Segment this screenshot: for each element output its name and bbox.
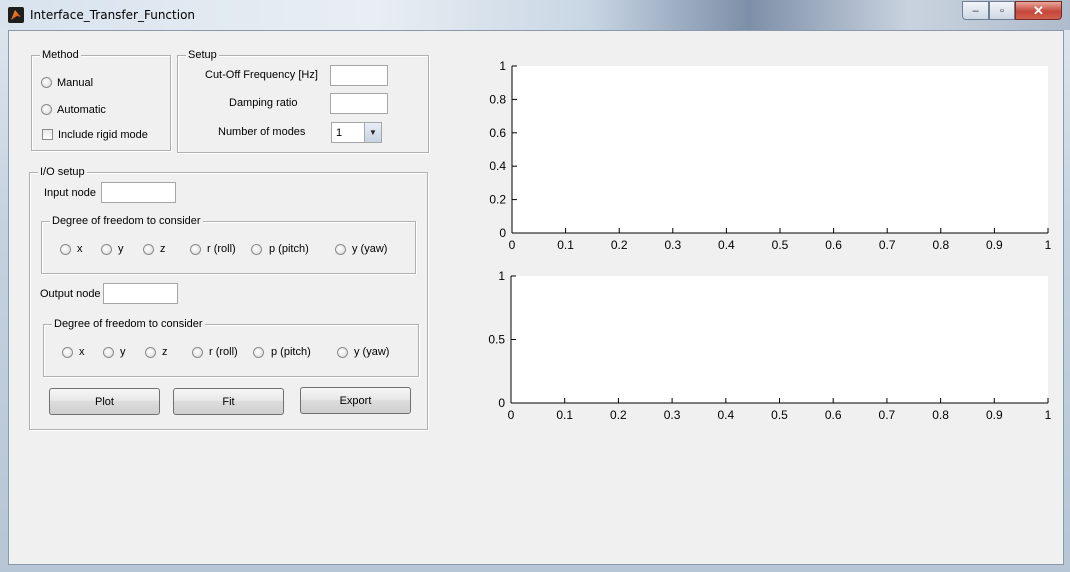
rigid-mode-checkbox[interactable]: [42, 129, 53, 140]
y-tick-label: 1: [499, 59, 506, 73]
y-tick-label: 0.4: [489, 159, 506, 173]
export-button[interactable]: Export: [300, 387, 411, 414]
x-tick-label: 0.1: [556, 408, 573, 422]
input-dof-roll-radio[interactable]: [190, 244, 201, 255]
output-dof-pitch-radio[interactable]: [253, 347, 264, 358]
output-dof-y-label: y: [120, 346, 126, 358]
input-node-input[interactable]: [101, 182, 176, 203]
y-tick-label: 0.8: [489, 92, 506, 106]
output-dof-pitch-label: p (pitch): [271, 346, 311, 358]
input-dof-x-label: x: [77, 243, 83, 255]
rigid-mode-label: Include rigid mode: [58, 129, 148, 141]
y-tick-label: 0.2: [489, 193, 506, 207]
x-tick-label: 0.3: [664, 238, 681, 252]
x-tick-label: 0.8: [932, 238, 949, 252]
output-dof-yaw-label: y (yaw): [354, 346, 390, 358]
x-tick-label: 1: [1045, 408, 1052, 422]
output-dof-z-label: z: [162, 346, 168, 358]
input-dof-z-label: z: [160, 243, 166, 255]
x-tick-label: 0.8: [932, 408, 949, 422]
input-dof-y-radio[interactable]: [101, 244, 112, 255]
input-dof-yaw-label: y (yaw): [352, 243, 388, 255]
manual-label: Manual: [57, 77, 94, 89]
setup-panel-title: Setup: [186, 49, 219, 61]
x-tick-label: 0.2: [611, 238, 628, 252]
close-button[interactable]: ✕: [1015, 1, 1062, 20]
fit-button[interactable]: Fit: [173, 388, 284, 415]
io-setup-panel-title: I/O setup: [38, 166, 87, 178]
output-dof-panel-title: Degree of freedom to consider: [52, 318, 205, 330]
number-of-modes-value: 1: [336, 127, 343, 139]
figure-client-area: Method Manual Automatic Include rigid mo…: [8, 30, 1064, 565]
setup-panel: Setup Cut-Off Frequency [Hz] Damping rat…: [177, 49, 429, 153]
minimize-button[interactable]: ‒: [962, 1, 989, 20]
io-setup-panel: I/O setup Input node Degree of freedom t…: [29, 166, 428, 430]
output-dof-x-radio[interactable]: [62, 347, 73, 358]
matlab-icon: [8, 7, 24, 23]
input-dof-panel: Degree of freedom to consider x y z r (r…: [41, 215, 416, 274]
plot-button[interactable]: Plot: [49, 388, 160, 415]
x-tick-label: 0.2: [610, 408, 627, 422]
x-tick-label: 0.5: [771, 408, 788, 422]
output-node-label: Output node: [40, 288, 101, 300]
x-tick-label: 0.9: [986, 238, 1003, 252]
number-of-modes-select[interactable]: 1 ▼: [331, 122, 382, 143]
top-plot-svg: 0 0.1 0.2 0.3 0.4 0.5 0.6 0.7 0.8 0.9 1 0 0.2 0.4 0.6 0…: [489, 59, 1051, 252]
damping-ratio-label: Damping ratio: [229, 97, 298, 109]
x-tick-label: 0.7: [879, 408, 896, 422]
output-dof-y-radio[interactable]: [103, 347, 114, 358]
input-dof-pitch-radio[interactable]: [251, 244, 262, 255]
x-tick-label: 0.4: [718, 238, 735, 252]
number-of-modes-label: Number of modes: [218, 126, 306, 138]
bottom-plot-axes[interactable]: 0 0.1 0.2 0.3 0.4 0.5 0.6 0.7 0.8 0.9 1 0 0.5 1: [488, 269, 1051, 422]
automatic-label: Automatic: [57, 104, 106, 116]
x-tick-label: 0.3: [664, 408, 681, 422]
output-dof-x-label: x: [79, 346, 85, 358]
x-tick-label: 0.6: [825, 238, 842, 252]
output-dof-roll-radio[interactable]: [192, 347, 203, 358]
y-tick-label: 1: [498, 269, 505, 283]
output-node-input[interactable]: [103, 283, 178, 304]
automatic-radio[interactable]: [41, 104, 52, 115]
y-tick-label: 0.5: [488, 333, 505, 347]
y-tick-label: 0: [499, 226, 506, 240]
manual-radio[interactable]: [41, 77, 52, 88]
output-dof-panel: Degree of freedom to consider x y z r (r…: [43, 318, 419, 377]
method-panel-title: Method: [40, 49, 81, 61]
input-dof-z-radio[interactable]: [143, 244, 154, 255]
x-tick-label: 0.4: [717, 408, 734, 422]
maximize-button[interactable]: ▫: [989, 1, 1015, 20]
app-window: Interface_Transfer_Function ‒ ▫ ✕ Method…: [0, 0, 1070, 572]
input-dof-yaw-radio[interactable]: [335, 244, 346, 255]
chevron-down-icon[interactable]: ▼: [364, 123, 381, 142]
x-tick-label: 0.1: [557, 238, 574, 252]
input-node-label: Input node: [44, 187, 96, 199]
damping-ratio-input[interactable]: [330, 93, 388, 114]
input-dof-panel-title: Degree of freedom to consider: [50, 215, 203, 227]
x-tick-label: 0.7: [879, 238, 896, 252]
input-dof-roll-label: r (roll): [207, 243, 236, 255]
cutoff-frequency-input[interactable]: [330, 65, 388, 86]
window-title: Interface_Transfer_Function: [30, 8, 196, 22]
y-tick-label: 0.6: [489, 126, 506, 140]
input-dof-x-radio[interactable]: [60, 244, 71, 255]
x-tick-label: 0: [509, 238, 516, 252]
cutoff-frequency-label: Cut-Off Frequency [Hz]: [205, 69, 318, 81]
input-dof-y-label: y: [118, 243, 124, 255]
x-tick-label: 1: [1045, 238, 1052, 252]
x-tick-label: 0: [508, 408, 515, 422]
top-plot-axes[interactable]: 0 0.1 0.2 0.3 0.4 0.5 0.6 0.7 0.8 0.9 1 0 0.2 0.4 0.6 0…: [489, 59, 1051, 252]
output-dof-roll-label: r (roll): [209, 346, 238, 358]
bottom-plot-svg: 0 0.1 0.2 0.3 0.4 0.5 0.6 0.7 0.8 0.9 1 0 0.5 1: [488, 269, 1051, 422]
method-panel: Method Manual Automatic Include rigid mo…: [31, 49, 171, 151]
output-dof-yaw-radio[interactable]: [337, 347, 348, 358]
x-tick-label: 0.6: [825, 408, 842, 422]
y-tick-label: 0: [498, 396, 505, 410]
title-bar[interactable]: Interface_Transfer_Function ‒ ▫ ✕: [0, 0, 1070, 30]
output-dof-z-radio[interactable]: [145, 347, 156, 358]
x-tick-label: 0.9: [986, 408, 1003, 422]
input-dof-pitch-label: p (pitch): [269, 243, 309, 255]
x-tick-label: 0.5: [772, 238, 789, 252]
